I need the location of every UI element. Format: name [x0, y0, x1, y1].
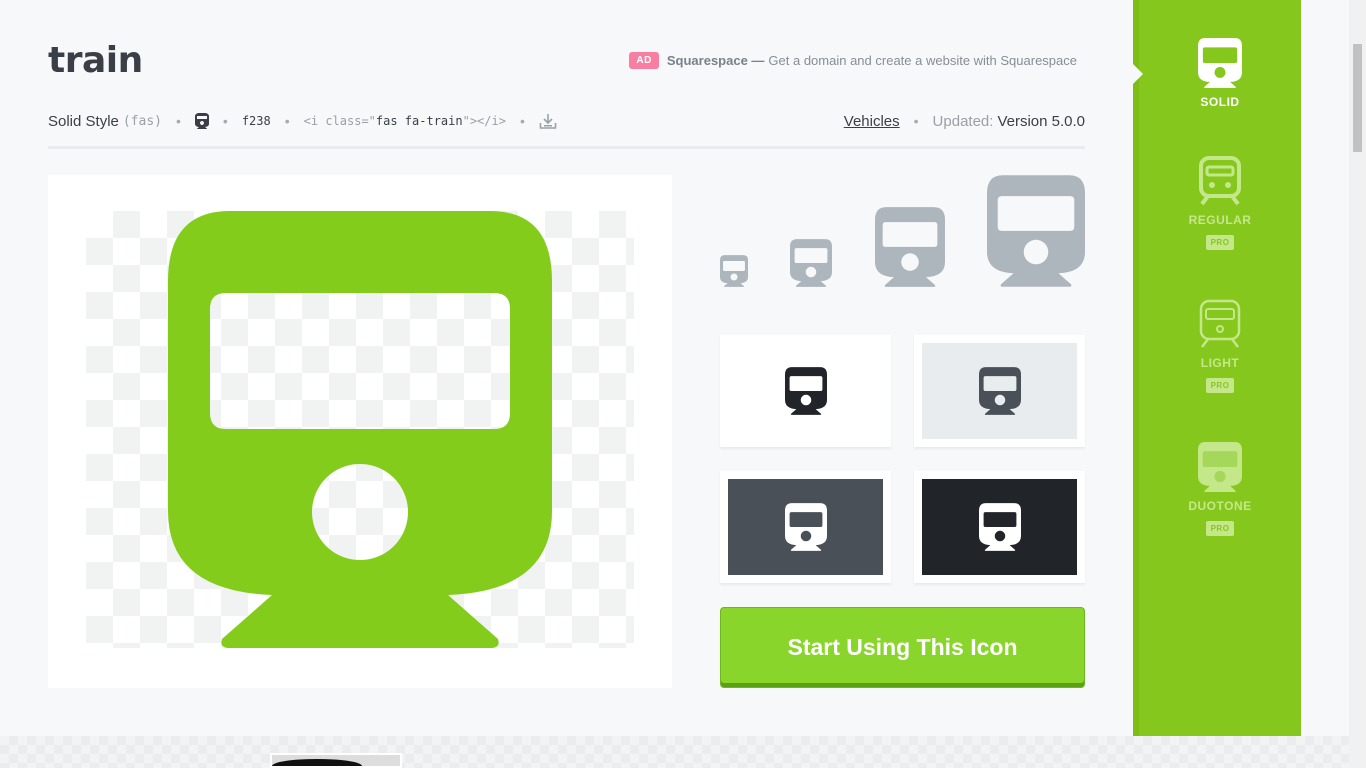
train-icon: [1198, 38, 1242, 88]
ad-banner[interactable]: AD Squarespace — Get a domain and create…: [629, 52, 1077, 69]
icon-meta-bar: Solid Style (fas) • • f238 • <i class="f…: [48, 109, 1085, 133]
train-icon: [784, 503, 827, 551]
divider: [48, 146, 1085, 149]
train-icon: [784, 367, 827, 415]
style-light[interactable]: LIGHT PRO: [1139, 299, 1301, 393]
style-label: SOLID: [1200, 95, 1240, 109]
updated-label: Updated:: [932, 112, 994, 130]
html-snippet[interactable]: <i class="fas fa-train"></i>: [304, 114, 506, 128]
train-icon: [720, 255, 748, 287]
swatch-dark-gray: [720, 471, 891, 583]
swatch-light-gray: [914, 335, 1085, 447]
style-duotone[interactable]: DUOTONE PRO: [1139, 442, 1301, 536]
train-icon[interactable]: [194, 113, 209, 129]
style-label: LIGHT: [1200, 356, 1240, 370]
scrollbar-thumb[interactable]: [1353, 44, 1362, 152]
style-label: Solid Style: [48, 112, 119, 130]
swatch-white: [720, 335, 891, 447]
footer-strip: [0, 736, 1349, 768]
train-icon: [978, 367, 1021, 415]
separator-dot: •: [176, 113, 181, 129]
ad-badge: AD: [629, 52, 659, 69]
separator-dot: •: [519, 113, 525, 129]
train-icon: [987, 175, 1085, 287]
page-title: train: [48, 40, 143, 81]
category-link[interactable]: Vehicles: [844, 113, 900, 130]
pro-badge: PRO: [1205, 235, 1235, 250]
style-solid[interactable]: SOLID: [1139, 38, 1301, 109]
active-pointer: [1133, 64, 1143, 84]
style-prefix: (fas): [122, 113, 163, 129]
train-icon: [168, 211, 552, 648]
style-regular[interactable]: REGULAR PRO: [1139, 156, 1301, 250]
separator-dot: •: [913, 113, 919, 129]
footer-thumbnail[interactable]: [270, 753, 402, 768]
train-icon: [875, 207, 945, 287]
style-label: DUOTONE: [1188, 499, 1252, 513]
style-sidebar: SOLID REGULAR PRO LIGHT PRO DUOTONE PRO: [1133, 0, 1301, 736]
separator-dot: •: [284, 113, 290, 129]
version-label: Version 5.0.0: [997, 112, 1085, 130]
swatch-black: [914, 471, 1085, 583]
ad-brand: Squarespace —: [666, 53, 765, 68]
separator-dot: •: [222, 113, 228, 129]
pro-badge: PRO: [1205, 521, 1235, 536]
ad-text: Get a domain and create a website with S…: [768, 53, 1077, 68]
download-icon[interactable]: [539, 112, 557, 130]
train-icon: [1199, 299, 1241, 348]
scrollbar[interactable]: [1349, 0, 1366, 768]
train-icon: [978, 503, 1021, 551]
icon-preview: [48, 175, 672, 688]
pro-badge: PRO: [1205, 378, 1235, 393]
unicode-value[interactable]: f238: [242, 114, 271, 128]
train-icon: [790, 239, 832, 287]
train-icon: [1198, 442, 1242, 492]
icon-size-previews: [720, 175, 1085, 287]
train-icon: [1199, 156, 1241, 206]
style-label: REGULAR: [1188, 213, 1252, 227]
start-using-button[interactable]: Start Using This Icon: [720, 607, 1085, 688]
